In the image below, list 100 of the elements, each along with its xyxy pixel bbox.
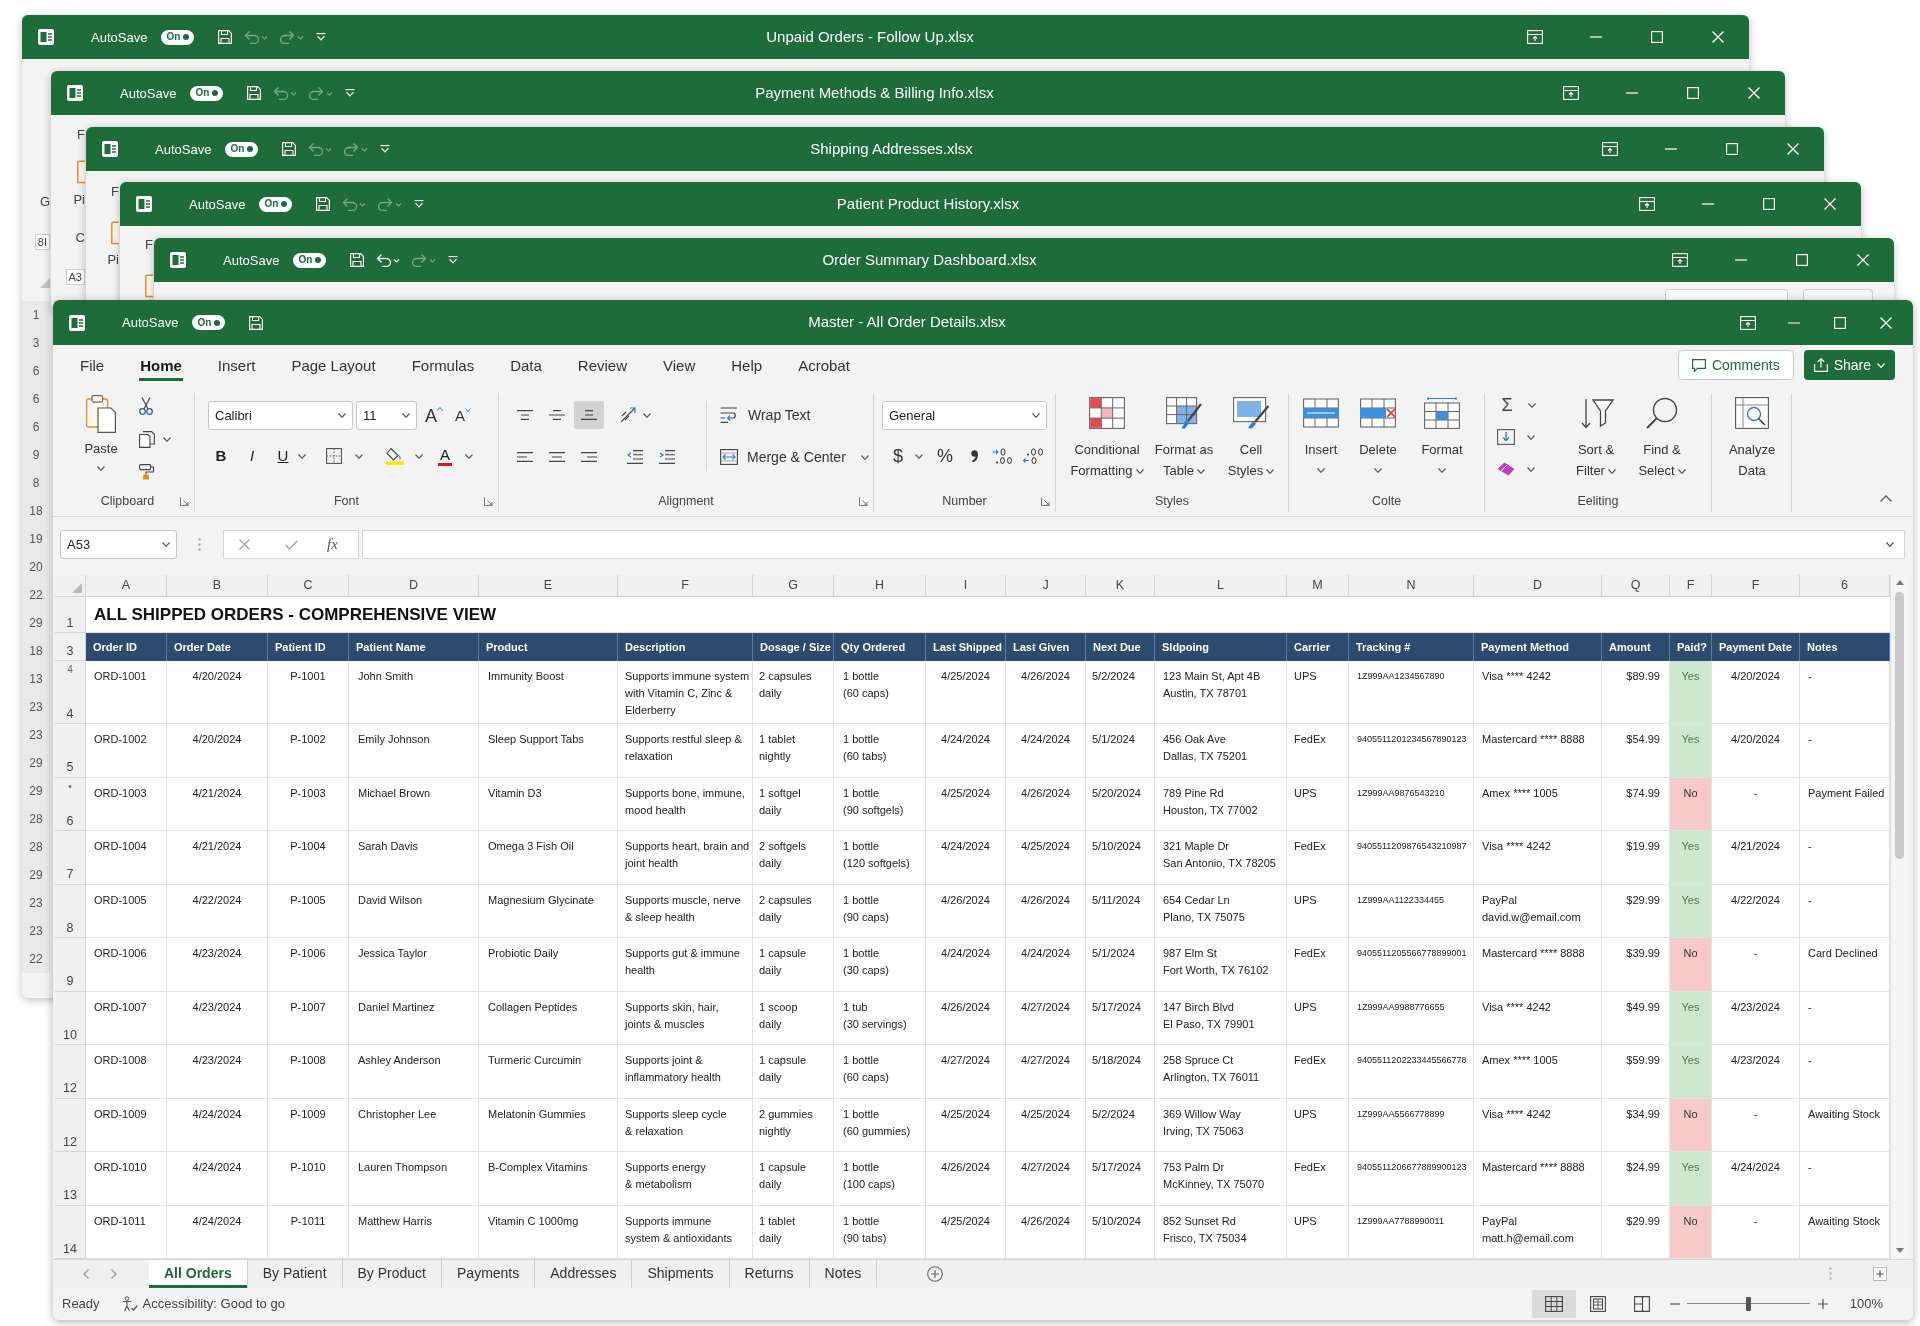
zoom-level[interactable]: 100% bbox=[1849, 1293, 1883, 1314]
zoom-out-icon[interactable] bbox=[1669, 1302, 1680, 1305]
format-as-table-button[interactable]: Format as Table bbox=[1148, 397, 1220, 481]
ribbon-display-icon[interactable] bbox=[1562, 86, 1579, 100]
autosave-toggle[interactable]: On bbox=[192, 315, 226, 330]
customize-icon[interactable] bbox=[345, 89, 356, 97]
currency-button[interactable]: $ bbox=[893, 447, 903, 465]
row-header[interactable]: • 6 bbox=[55, 777, 86, 831]
column-header[interactable]: N bbox=[1349, 575, 1474, 597]
spreadsheet-icon[interactable] bbox=[67, 85, 83, 101]
underline-button[interactable]: U bbox=[271, 444, 295, 468]
scroll-down-icon[interactable] bbox=[1895, 1248, 1904, 1253]
spreadsheet-icon[interactable] bbox=[136, 196, 152, 212]
column-header[interactable]: F bbox=[618, 575, 753, 597]
normal-view-button[interactable] bbox=[1531, 1289, 1576, 1318]
find-select-button[interactable]: Find & Select bbox=[1629, 397, 1695, 481]
column-header[interactable]: F bbox=[1712, 575, 1800, 597]
ribbon-tab[interactable]: File bbox=[79, 353, 106, 381]
dialog-launcher-icon[interactable] bbox=[1041, 496, 1050, 506]
column-header[interactable]: H bbox=[834, 575, 926, 597]
accessibility-icon[interactable] bbox=[121, 1295, 138, 1312]
borders-icon[interactable] bbox=[326, 448, 342, 464]
autosave-toggle[interactable]: On bbox=[225, 141, 259, 157]
column-header[interactable]: L bbox=[1155, 575, 1287, 597]
customize-icon[interactable] bbox=[414, 200, 425, 208]
row-header[interactable]: 10 bbox=[55, 991, 86, 1045]
autosave-toggle[interactable]: On bbox=[161, 29, 195, 45]
ribbon-tab[interactable]: View bbox=[662, 353, 697, 381]
save-icon[interactable] bbox=[247, 86, 262, 100]
ribbon-display-icon[interactable] bbox=[1526, 30, 1543, 44]
row-header[interactable]: 5 bbox=[55, 724, 86, 778]
row-header[interactable]: 1 bbox=[55, 597, 86, 633]
font-size-dropdown[interactable]: 11 bbox=[356, 401, 417, 430]
check-icon[interactable] bbox=[285, 539, 298, 550]
close-icon[interactable] bbox=[1786, 143, 1799, 155]
comments-button[interactable]: Comments bbox=[1677, 350, 1794, 380]
decrease-indent-icon[interactable] bbox=[627, 450, 643, 464]
increase-decimal-icon[interactable] bbox=[992, 448, 1013, 464]
delete-button[interactable]: Delete bbox=[1345, 397, 1411, 481]
caret-icon[interactable] bbox=[298, 453, 306, 459]
autosave-toggle[interactable]: On bbox=[293, 252, 327, 268]
shrink-font-button[interactable]: A bbox=[455, 408, 472, 423]
ribbon-display-icon[interactable] bbox=[1740, 315, 1756, 330]
column-header[interactable]: K bbox=[1086, 575, 1155, 597]
column-header[interactable]: I bbox=[926, 575, 1006, 597]
autosave-toggle[interactable]: On bbox=[190, 85, 224, 101]
share-button[interactable]: Share bbox=[1803, 350, 1895, 380]
ribbon-display-icon[interactable] bbox=[1671, 253, 1688, 267]
row-header[interactable]: 12 bbox=[55, 1045, 86, 1099]
ribbon-tab[interactable]: Formulas bbox=[410, 353, 476, 381]
undo-icon[interactable] bbox=[376, 253, 401, 267]
column-header[interactable]: Q bbox=[1602, 575, 1670, 597]
ribbon-display-icon[interactable] bbox=[1638, 197, 1655, 211]
orientation-icon[interactable] bbox=[620, 407, 638, 423]
cell-styles-button[interactable]: Cell Styles bbox=[1220, 397, 1282, 481]
wrap-text-button[interactable]: Wrap Text bbox=[720, 401, 869, 429]
caret-icon[interactable] bbox=[1528, 402, 1536, 408]
sheet-tab[interactable]: All Orders bbox=[149, 1259, 248, 1288]
cut-icon[interactable] bbox=[139, 397, 153, 415]
minimize-icon[interactable] bbox=[1625, 92, 1638, 94]
sheet-tab[interactable]: Payments bbox=[442, 1259, 536, 1288]
ribbon-tab[interactable]: Review bbox=[576, 353, 628, 381]
close-icon[interactable] bbox=[1856, 254, 1869, 266]
merge-center-button[interactable]: Merge & Center bbox=[720, 443, 869, 471]
close-icon[interactable] bbox=[1711, 31, 1724, 43]
align-bottom-button[interactable] bbox=[574, 401, 604, 429]
eraser-icon[interactable] bbox=[1497, 462, 1515, 476]
caret-icon[interactable] bbox=[415, 453, 423, 459]
maximize-icon[interactable] bbox=[1762, 198, 1775, 210]
name-box[interactable]: A3 bbox=[65, 269, 85, 285]
font-color-button[interactable]: A bbox=[438, 446, 452, 466]
save-icon[interactable] bbox=[350, 253, 365, 267]
format-button[interactable]: Format bbox=[1411, 397, 1473, 481]
name-box[interactable]: 8I bbox=[34, 234, 50, 250]
percent-button[interactable]: % bbox=[937, 447, 954, 465]
slider-thumb[interactable] bbox=[1745, 1296, 1751, 1311]
paste-button[interactable]: Paste bbox=[75, 395, 127, 482]
dialog-launcher-icon[interactable] bbox=[180, 496, 189, 506]
minimize-icon[interactable] bbox=[1788, 321, 1800, 324]
spreadsheet-icon[interactable] bbox=[102, 141, 118, 157]
dialog-launcher-icon[interactable] bbox=[484, 496, 493, 506]
ribbon-tab[interactable]: Insert bbox=[216, 353, 257, 381]
sheet-tab[interactable]: By Product bbox=[342, 1259, 442, 1288]
minimize-icon[interactable] bbox=[1701, 203, 1714, 205]
grow-font-button[interactable]: A bbox=[425, 406, 443, 425]
customize-icon[interactable] bbox=[316, 33, 327, 41]
caret-icon[interactable] bbox=[643, 412, 651, 418]
autosave-toggle[interactable]: On bbox=[259, 196, 293, 212]
spreadsheet-icon[interactable] bbox=[38, 29, 54, 45]
column-header[interactable]: J bbox=[1006, 575, 1086, 597]
decrease-decimal-icon[interactable] bbox=[1023, 448, 1044, 464]
zoom-slider[interactable] bbox=[1686, 1296, 1810, 1311]
insert-function-button[interactable]: fx bbox=[327, 537, 338, 552]
column-header[interactable]: 6 bbox=[1800, 575, 1890, 597]
autosum-button[interactable]: Σ bbox=[1497, 396, 1517, 414]
font-name-dropdown[interactable]: Calibri bbox=[208, 401, 353, 430]
add-sheet-icon[interactable] bbox=[927, 1265, 944, 1282]
customize-icon[interactable] bbox=[380, 145, 391, 153]
conditional-formatting-button[interactable]: Conditional Formatting bbox=[1066, 397, 1148, 481]
column-header[interactable]: D bbox=[349, 575, 479, 597]
